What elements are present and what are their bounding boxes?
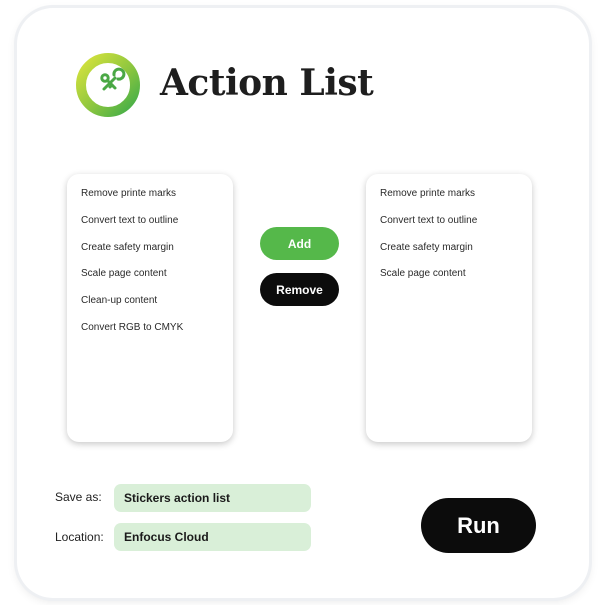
list-item[interactable]: Remove printe marks xyxy=(380,187,532,214)
list-item[interactable]: Scale page content xyxy=(380,267,532,294)
save-as-field[interactable]: Stickers action list xyxy=(114,484,311,512)
save-as-label: Save as: xyxy=(55,490,102,504)
location-field[interactable]: Enfocus Cloud xyxy=(114,523,311,551)
run-button[interactable]: Run xyxy=(421,498,536,553)
list-item[interactable]: Convert RGB to CMYK xyxy=(81,321,233,348)
list-item[interactable]: Scale page content xyxy=(81,267,233,294)
location-label: Location: xyxy=(55,530,104,544)
list-item[interactable]: Create safety margin xyxy=(81,241,233,268)
available-actions-list[interactable]: Remove printe marks Convert text to outl… xyxy=(67,174,233,442)
list-item[interactable]: Remove printe marks xyxy=(81,187,233,214)
list-item[interactable]: Clean-up content xyxy=(81,294,233,321)
page-title: Action List xyxy=(160,62,374,104)
wrench-key-icon xyxy=(76,53,140,117)
list-item[interactable]: Convert text to outline xyxy=(380,214,532,241)
remove-button[interactable]: Remove xyxy=(260,273,339,306)
list-item[interactable]: Create safety margin xyxy=(380,241,532,268)
selected-actions-list[interactable]: Remove printe marks Convert text to outl… xyxy=(366,174,532,442)
list-item[interactable]: Convert text to outline xyxy=(81,214,233,241)
add-button[interactable]: Add xyxy=(260,227,339,260)
